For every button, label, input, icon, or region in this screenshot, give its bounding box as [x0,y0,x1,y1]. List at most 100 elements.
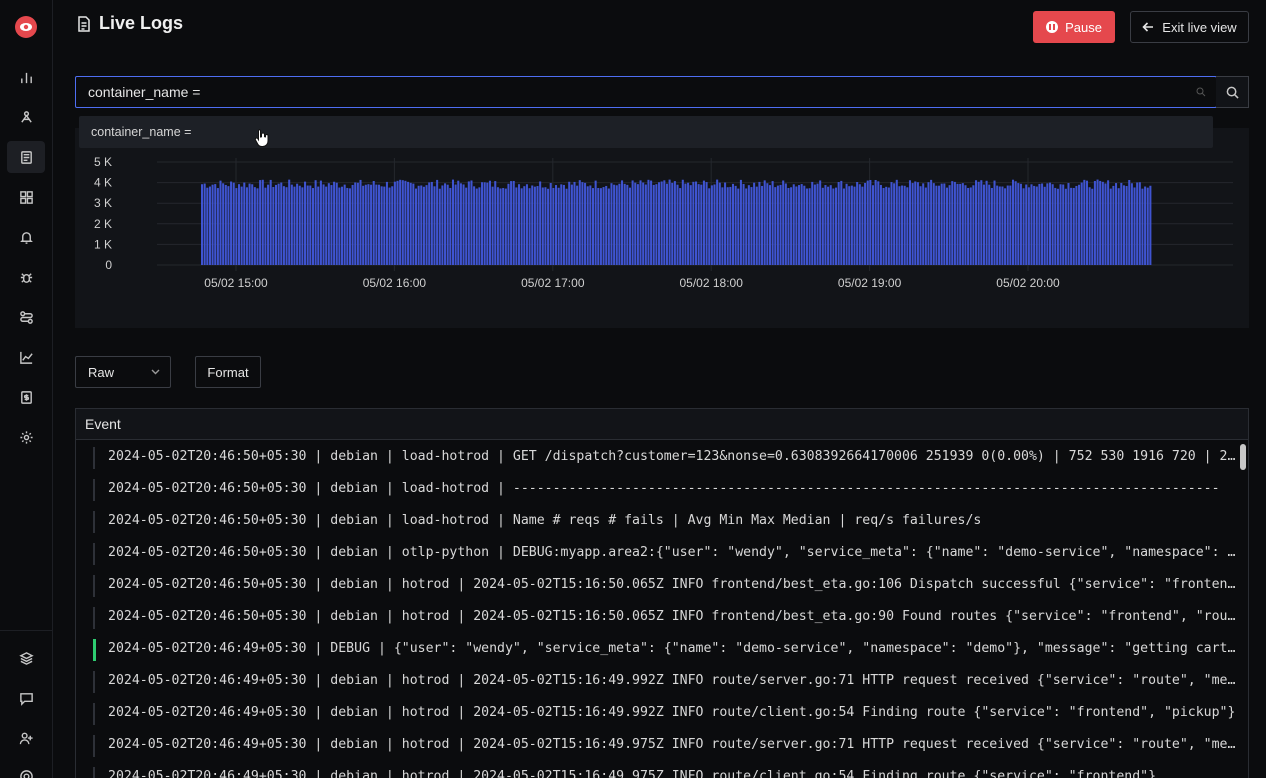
chart-bar[interactable] [584,182,587,265]
chart-bar[interactable] [338,187,341,265]
chart-bar[interactable] [488,180,491,265]
chart-bar[interactable] [623,183,626,265]
chart-bar[interactable] [1014,181,1017,265]
chart-bar[interactable] [277,183,280,265]
chart-bar[interactable] [573,181,576,265]
chart-bar[interactable] [1070,187,1073,265]
chart-bar[interactable] [982,184,985,265]
chart-bar[interactable] [486,182,489,265]
chart-bar[interactable] [599,188,602,265]
chart-bar[interactable] [1096,179,1099,265]
chart-bar[interactable] [515,187,518,265]
chart-bar[interactable] [317,186,320,265]
chart-bar[interactable] [747,185,750,265]
logo-icon[interactable] [15,16,37,38]
chart-bar[interactable] [354,182,357,265]
chart-bar[interactable] [864,182,867,265]
chart-bar[interactable] [832,188,835,265]
chart-bar[interactable] [713,184,716,265]
chart-bar[interactable] [417,185,420,265]
chart-bar[interactable] [636,184,639,265]
chart-bar[interactable] [586,186,589,265]
chart-bar[interactable] [835,187,838,265]
chart-bar[interactable] [1099,180,1102,265]
chart-bar[interactable] [243,182,246,265]
chart-bar[interactable] [219,180,222,265]
chart-bar[interactable] [547,188,550,265]
chart-bar[interactable] [790,187,793,265]
chart-bar[interactable] [903,185,906,265]
chart-bar[interactable] [766,183,769,265]
chart-bar[interactable] [457,180,460,265]
chart-bar[interactable] [628,187,631,265]
chart-bar[interactable] [914,181,917,265]
chart-bar[interactable] [274,184,278,265]
chart-bar[interactable] [795,186,798,265]
chart-bar[interactable] [647,179,650,265]
chart-bar[interactable] [459,183,462,265]
chart-bar[interactable] [642,182,645,265]
chart-bar[interactable] [1085,180,1088,265]
chart-bar[interactable] [420,185,423,265]
chart-bar[interactable] [1144,186,1147,265]
chart-bar[interactable] [1130,183,1133,265]
layers-icon[interactable] [7,642,45,674]
chart-bar[interactable] [256,188,259,265]
chart-bar[interactable] [1038,183,1041,265]
chart-bar[interactable] [1035,186,1038,265]
chart-bar[interactable] [779,184,782,265]
chart-bar[interactable] [288,179,291,265]
chart-bar[interactable] [348,188,351,265]
chart-bar[interactable] [399,179,402,265]
chart-bar[interactable] [745,188,748,265]
chart-bar[interactable] [478,187,481,265]
chart-bar[interactable] [858,184,861,265]
log-row[interactable]: 2024-05-02T20:46:49+05:30 | debian | hot… [76,696,1248,728]
chart-bar[interactable] [784,183,787,265]
logs-icon[interactable] [7,141,45,173]
chart-bar[interactable] [742,184,745,265]
chart-bar[interactable] [1041,183,1044,265]
help-icon[interactable] [7,760,45,778]
chart-bar[interactable] [473,186,476,265]
chart-bar[interactable] [771,181,774,265]
chart-bar[interactable] [901,185,904,265]
chart-bar[interactable] [528,188,531,265]
chart-bar[interactable] [800,184,803,265]
billing-icon[interactable] [7,381,45,413]
dashboards-icon[interactable] [7,181,45,213]
chart-bar[interactable] [230,181,233,265]
chart-bar[interactable] [922,183,925,265]
chart-bar[interactable] [943,183,946,265]
graph-icon[interactable] [7,101,45,133]
chart-bar[interactable] [856,181,859,265]
chart-bar[interactable] [692,181,695,265]
chart-bar[interactable] [425,185,428,265]
chart-bar[interactable] [470,180,473,265]
chart-bar[interactable] [621,180,624,265]
invite-user-icon[interactable] [7,722,45,754]
chart-bar[interactable] [655,184,658,265]
chart-bar[interactable] [816,183,819,265]
chart-bar[interactable] [803,185,806,265]
chart-bar[interactable] [306,185,309,265]
chart-bar[interactable] [1001,186,1004,265]
chart-bar[interactable] [483,182,486,265]
chart-bar[interactable] [1107,180,1110,265]
chart-bar[interactable] [510,181,513,265]
chart-bar[interactable] [607,188,610,265]
log-row[interactable]: 2024-05-02T20:46:49+05:30 | debian | hot… [76,760,1248,778]
chart-bar[interactable] [370,184,373,265]
chart-bar[interactable] [259,180,262,265]
chart-bar[interactable] [750,187,753,265]
chart-bar[interactable] [808,188,811,265]
log-row[interactable]: 2024-05-02T20:46:49+05:30 | debian | hot… [76,664,1248,696]
chart-bar[interactable] [726,187,729,265]
chart-bar[interactable] [660,181,663,265]
chart-bar[interactable] [280,182,283,265]
chart-bar[interactable] [975,180,978,265]
chart-bar[interactable] [451,179,454,265]
chart-bar[interactable] [1149,185,1152,265]
chart-bar[interactable] [996,185,999,265]
chart-bar[interactable] [253,187,256,265]
